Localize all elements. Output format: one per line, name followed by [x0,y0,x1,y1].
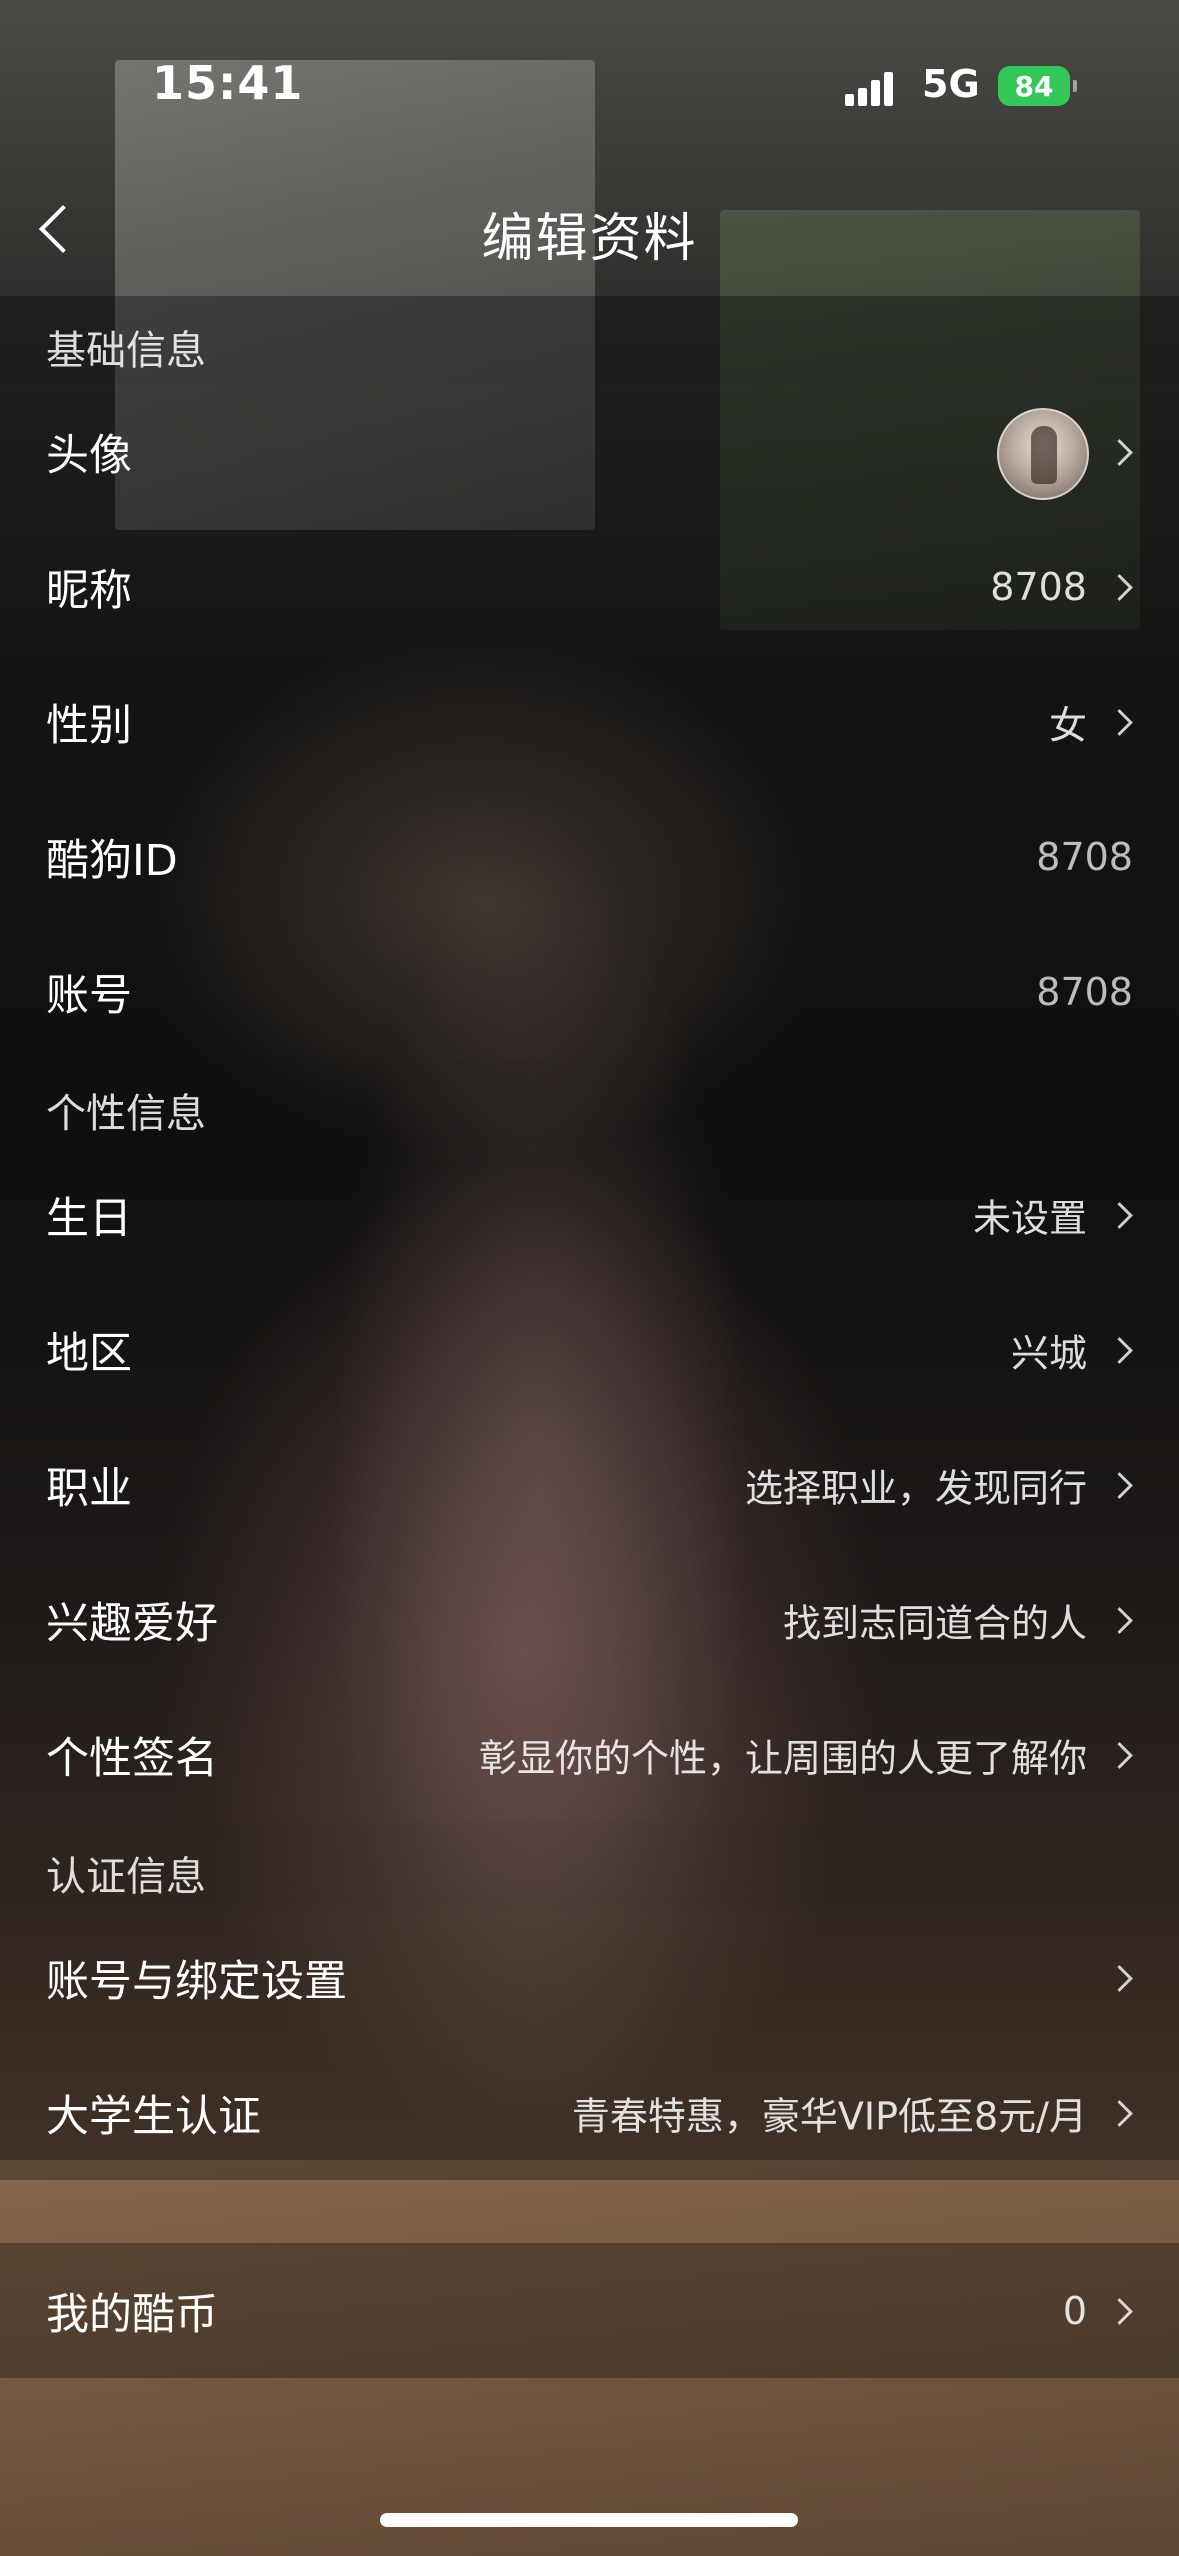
row-nickname[interactable]: 昵称 8708 [0,519,1179,654]
chevron-right-icon [1106,1606,1133,1634]
row-label: 账号 [46,970,132,1021]
chevron-right-icon [1106,1201,1133,1229]
row-label: 性别 [46,700,132,751]
row-label: 酷狗ID [46,835,178,886]
section-title: 基础信息 [46,328,206,374]
chevron-right-icon [1106,708,1133,736]
row-label: 兴趣爱好 [46,1598,218,1649]
section-header-personal: 个性信息 [0,1059,1179,1147]
row-avatar[interactable]: 头像 [0,384,1179,519]
row-value: 找到志同道合的人 [782,1601,1087,1645]
row-hobbies[interactable]: 兴趣爱好 找到志同道合的人 [0,1552,1179,1687]
row-value: 未设置 [972,1196,1087,1240]
network-type: 5G [922,62,980,106]
chevron-right-icon [1106,573,1133,601]
chevron-right-icon [1106,2297,1133,2325]
chevron-right-icon [1106,2099,1133,2127]
row-value: 8708 [1036,834,1133,879]
row-value: 0 [1062,2288,1087,2333]
cellular-signal-icon [845,70,903,106]
row-label: 我的酷币 [46,2289,218,2340]
row-value: 女 [1048,703,1087,747]
row-occupation[interactable]: 职业 选择职业，发现同行 [0,1417,1179,1552]
row-account-binding[interactable]: 账号与绑定设置 [0,1910,1179,2045]
row-birthday[interactable]: 生日 未设置 [0,1147,1179,1282]
row-label: 地区 [46,1328,132,1379]
row-label: 头像 [46,430,132,481]
row-kugou-id: 酷狗ID 8708 [0,789,1179,924]
row-label: 职业 [46,1463,132,1514]
status-time: 15:41 [152,56,304,110]
row-value: 8708 [1036,969,1133,1014]
battery-icon: 84 [998,66,1077,106]
row-gender[interactable]: 性别 女 [0,654,1179,789]
row-label: 生日 [46,1193,132,1244]
row-label: 大学生认证 [46,2091,261,2142]
section-title: 个性信息 [46,1091,206,1137]
row-student-verification[interactable]: 大学生认证 青春特惠，豪华VIP低至8元/月 [0,2045,1179,2180]
section-header-verify: 认证信息 [0,1822,1179,1910]
row-label: 账号与绑定设置 [46,1956,347,2007]
row-my-coins[interactable]: 我的酷币 0 [0,2243,1179,2378]
row-value: 兴城 [1010,1331,1087,1375]
chevron-right-icon [1106,1964,1133,1992]
chevron-right-icon [1106,1336,1133,1364]
row-value: 彰显你的个性，让周围的人更了解你 [478,1736,1087,1780]
chevron-right-icon [1106,1741,1133,1769]
row-label: 昵称 [46,565,132,616]
nav-bar: 编辑资料 [0,170,1179,290]
section-header-basic: 基础信息 [0,296,1179,384]
row-region[interactable]: 地区 兴城 [0,1282,1179,1417]
row-account: 账号 8708 [0,924,1179,1059]
page-title: 编辑资料 [481,209,698,269]
chevron-right-icon [1106,1471,1133,1499]
home-indicator[interactable] [380,2513,798,2527]
avatar[interactable] [997,407,1089,500]
row-signature[interactable]: 个性签名 彰显你的个性，让周围的人更了解你 [0,1687,1179,1822]
row-value: 8708 [990,564,1087,609]
chevron-right-icon [1106,438,1133,466]
battery-level: 84 [1014,69,1054,103]
section-title: 认证信息 [46,1854,206,1900]
row-value: 选择职业，发现同行 [744,1466,1087,1510]
status-bar: 15:41 5G 84 [0,0,1179,170]
row-label: 个性签名 [46,1733,218,1784]
row-value: 青春特惠，豪华VIP低至8元/月 [571,2094,1087,2138]
